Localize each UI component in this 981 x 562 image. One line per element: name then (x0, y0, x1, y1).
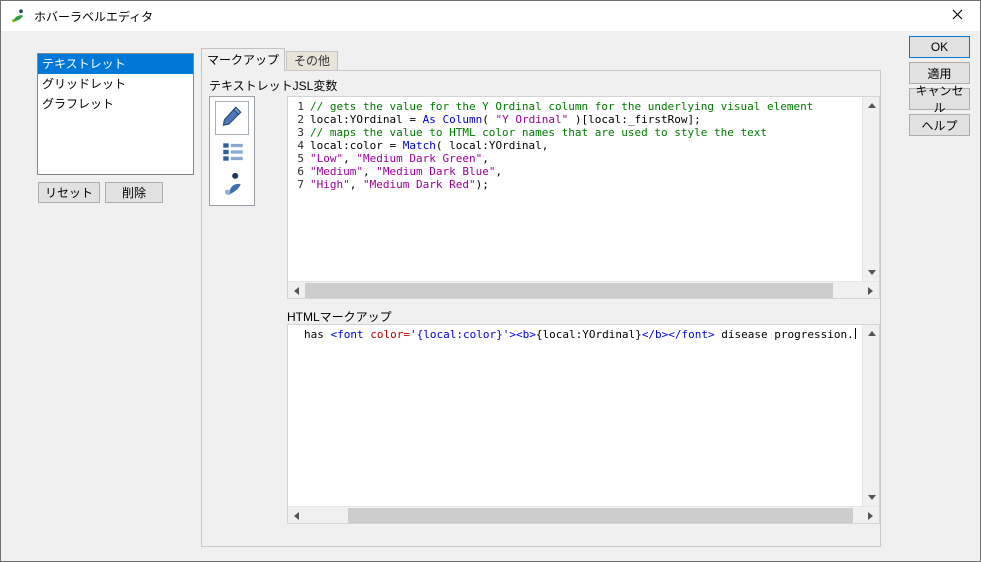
code-line: 2local:YOrdinal = As Column( "Y Ordinal"… (288, 113, 862, 126)
jsl-vertical-scrollbar[interactable] (862, 97, 879, 281)
jsl-horizontal-scrollbar[interactable] (288, 281, 879, 298)
tab-other[interactable]: その他 (286, 51, 338, 70)
scroll-up-arrow[interactable] (863, 97, 880, 114)
window-title: ホバーラベルエディタ (34, 8, 153, 25)
app-icon (10, 8, 26, 24)
help-button[interactable]: ヘルプ (909, 114, 970, 136)
jsl-code-text-area[interactable]: 1// gets the value for the Y Ordinal col… (288, 97, 862, 281)
pencil-icon (219, 103, 245, 134)
code-line: 3// maps the value to HTML color names t… (288, 126, 862, 139)
code-line: 4local:color = Match( local:YOrdinal, (288, 139, 862, 152)
scroll-right-arrow[interactable] (862, 507, 879, 524)
scrollbar-thumb[interactable] (305, 283, 833, 298)
code-line: 5"Low", "Medium Dark Green", (288, 152, 862, 165)
line-number: 5 (288, 152, 310, 165)
html-markup-label: HTMLマークアップ (287, 308, 392, 325)
hover-label-editor-window: ホバーラベルエディタ テキストレット グリッドレット グラフレット リセット 削… (0, 0, 981, 562)
apply-button[interactable]: 適用 (909, 62, 970, 84)
line-number: 1 (288, 100, 310, 113)
tab-markup[interactable]: マークアップ (201, 48, 285, 71)
list-icon-cell[interactable] (218, 139, 248, 169)
ok-button[interactable]: OK (909, 36, 970, 58)
line-number: 3 (288, 126, 310, 139)
code-line: 6"Medium", "Medium Dark Blue", (288, 165, 862, 178)
scroll-left-arrow[interactable] (288, 507, 305, 524)
close-button[interactable] (934, 1, 980, 31)
titlebar[interactable]: ホバーラベルエディタ (1, 1, 980, 31)
delete-button[interactable]: 削除 (105, 182, 163, 203)
scroll-left-arrow[interactable] (288, 282, 305, 299)
close-icon (952, 7, 963, 25)
edit-pencil-cell[interactable] (215, 101, 249, 135)
line-number: 7 (288, 178, 310, 191)
list-item[interactable]: テキストレット (38, 54, 193, 74)
line-number: 4 (288, 139, 310, 152)
scroll-down-arrow[interactable] (863, 264, 880, 281)
scroll-up-arrow[interactable] (863, 325, 880, 342)
jsl-code-editor: 1// gets the value for the Y Ordinal col… (287, 96, 880, 299)
text-caret (855, 328, 856, 339)
code-line: 1// gets the value for the Y Ordinal col… (288, 100, 862, 113)
jsl-variables-label: テキストレットJSL変数 (209, 77, 337, 94)
scrollbar-thumb[interactable] (348, 508, 853, 523)
textlet-icon-strip (209, 96, 255, 206)
list-item[interactable]: グリッドレット (38, 74, 193, 94)
scroll-right-arrow[interactable] (862, 282, 879, 299)
code-line: 7"High", "Medium Dark Red"); (288, 178, 862, 191)
html-vertical-scrollbar[interactable] (862, 325, 879, 506)
reset-button[interactable]: リセット (38, 182, 100, 203)
line-number: 2 (288, 113, 310, 126)
code-line: has <font color='{local:color}'><b>{loca… (288, 328, 862, 341)
html-markup-editor: has <font color='{local:color}'><b>{loca… (287, 324, 880, 524)
scroll-down-arrow[interactable] (863, 489, 880, 506)
html-horizontal-scrollbar[interactable] (288, 506, 879, 523)
lettering-type-list: テキストレット グリッドレット グラフレット (37, 53, 194, 175)
list-item[interactable]: グラフレット (38, 94, 193, 114)
list-icon (220, 139, 246, 170)
person-icon-cell[interactable] (218, 171, 248, 201)
cancel-button[interactable]: キャンセル (909, 88, 970, 110)
html-markup-text-area[interactable]: has <font color='{local:color}'><b>{loca… (288, 325, 862, 506)
markup-tab-panel: テキストレットJSL変数 (201, 70, 881, 547)
line-number: 6 (288, 165, 310, 178)
person-icon (220, 171, 246, 202)
